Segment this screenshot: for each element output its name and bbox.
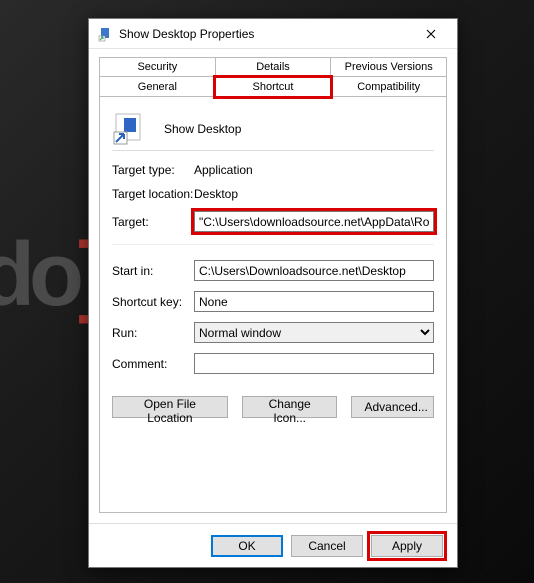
target-location-label: Target location: [112, 187, 194, 201]
shortcut-large-icon [112, 112, 146, 146]
open-file-location-button[interactable]: Open File Location [112, 396, 228, 418]
comment-input[interactable] [194, 353, 434, 374]
cancel-button[interactable]: Cancel [291, 535, 363, 557]
window-title: Show Desktop Properties [119, 27, 411, 41]
tab-details[interactable]: Details [215, 57, 332, 77]
target-location-value: Desktop [194, 187, 434, 201]
start-in-label: Start in: [112, 264, 194, 278]
comment-label: Comment: [112, 357, 194, 371]
tab-panel-shortcut: Show Desktop Target type: Application Ta… [99, 97, 447, 513]
header-row: Show Desktop [112, 107, 434, 151]
run-label: Run: [112, 326, 194, 340]
tab-shortcut[interactable]: Shortcut [215, 77, 332, 97]
close-icon [426, 29, 436, 39]
tab-previous-versions[interactable]: Previous Versions [330, 57, 447, 77]
properties-dialog: Show Desktop Properties Security Details… [88, 18, 458, 568]
change-icon-button[interactable]: Change Icon... [242, 396, 338, 418]
tabs: Security Details Previous Versions Gener… [99, 57, 447, 97]
shortcut-file-icon [97, 26, 113, 42]
target-type-value: Application [194, 163, 434, 177]
form-grid: Target type: Application Target location… [112, 163, 434, 374]
tab-label: Details [256, 61, 290, 73]
panel-buttons: Open File Location Change Icon... Advanc… [112, 388, 434, 418]
ok-button[interactable]: OK [211, 535, 283, 557]
titlebar[interactable]: Show Desktop Properties [89, 19, 457, 49]
target-label: Target: [112, 215, 194, 229]
tab-general[interactable]: General [99, 77, 216, 97]
shortcut-key-label: Shortcut key: [112, 295, 194, 309]
dialog-footer: OK Cancel Apply [89, 523, 457, 567]
tab-security[interactable]: Security [99, 57, 216, 77]
target-input[interactable] [194, 211, 434, 232]
tab-label: Shortcut [253, 81, 294, 93]
shortcut-name: Show Desktop [164, 122, 241, 136]
target-type-label: Target type: [112, 163, 194, 177]
tab-label: Compatibility [357, 81, 420, 93]
dialog-body: Security Details Previous Versions Gener… [89, 49, 457, 523]
apply-button[interactable]: Apply [371, 535, 443, 557]
tab-label: Security [137, 61, 177, 73]
tab-label: Previous Versions [345, 61, 433, 73]
run-select[interactable]: Normal window [194, 322, 434, 343]
start-in-input[interactable] [194, 260, 434, 281]
shortcut-key-input[interactable] [194, 291, 434, 312]
tab-label: General [138, 81, 177, 93]
close-button[interactable] [411, 20, 451, 48]
tab-compatibility[interactable]: Compatibility [330, 77, 447, 97]
advanced-button[interactable]: Advanced... [351, 396, 434, 418]
